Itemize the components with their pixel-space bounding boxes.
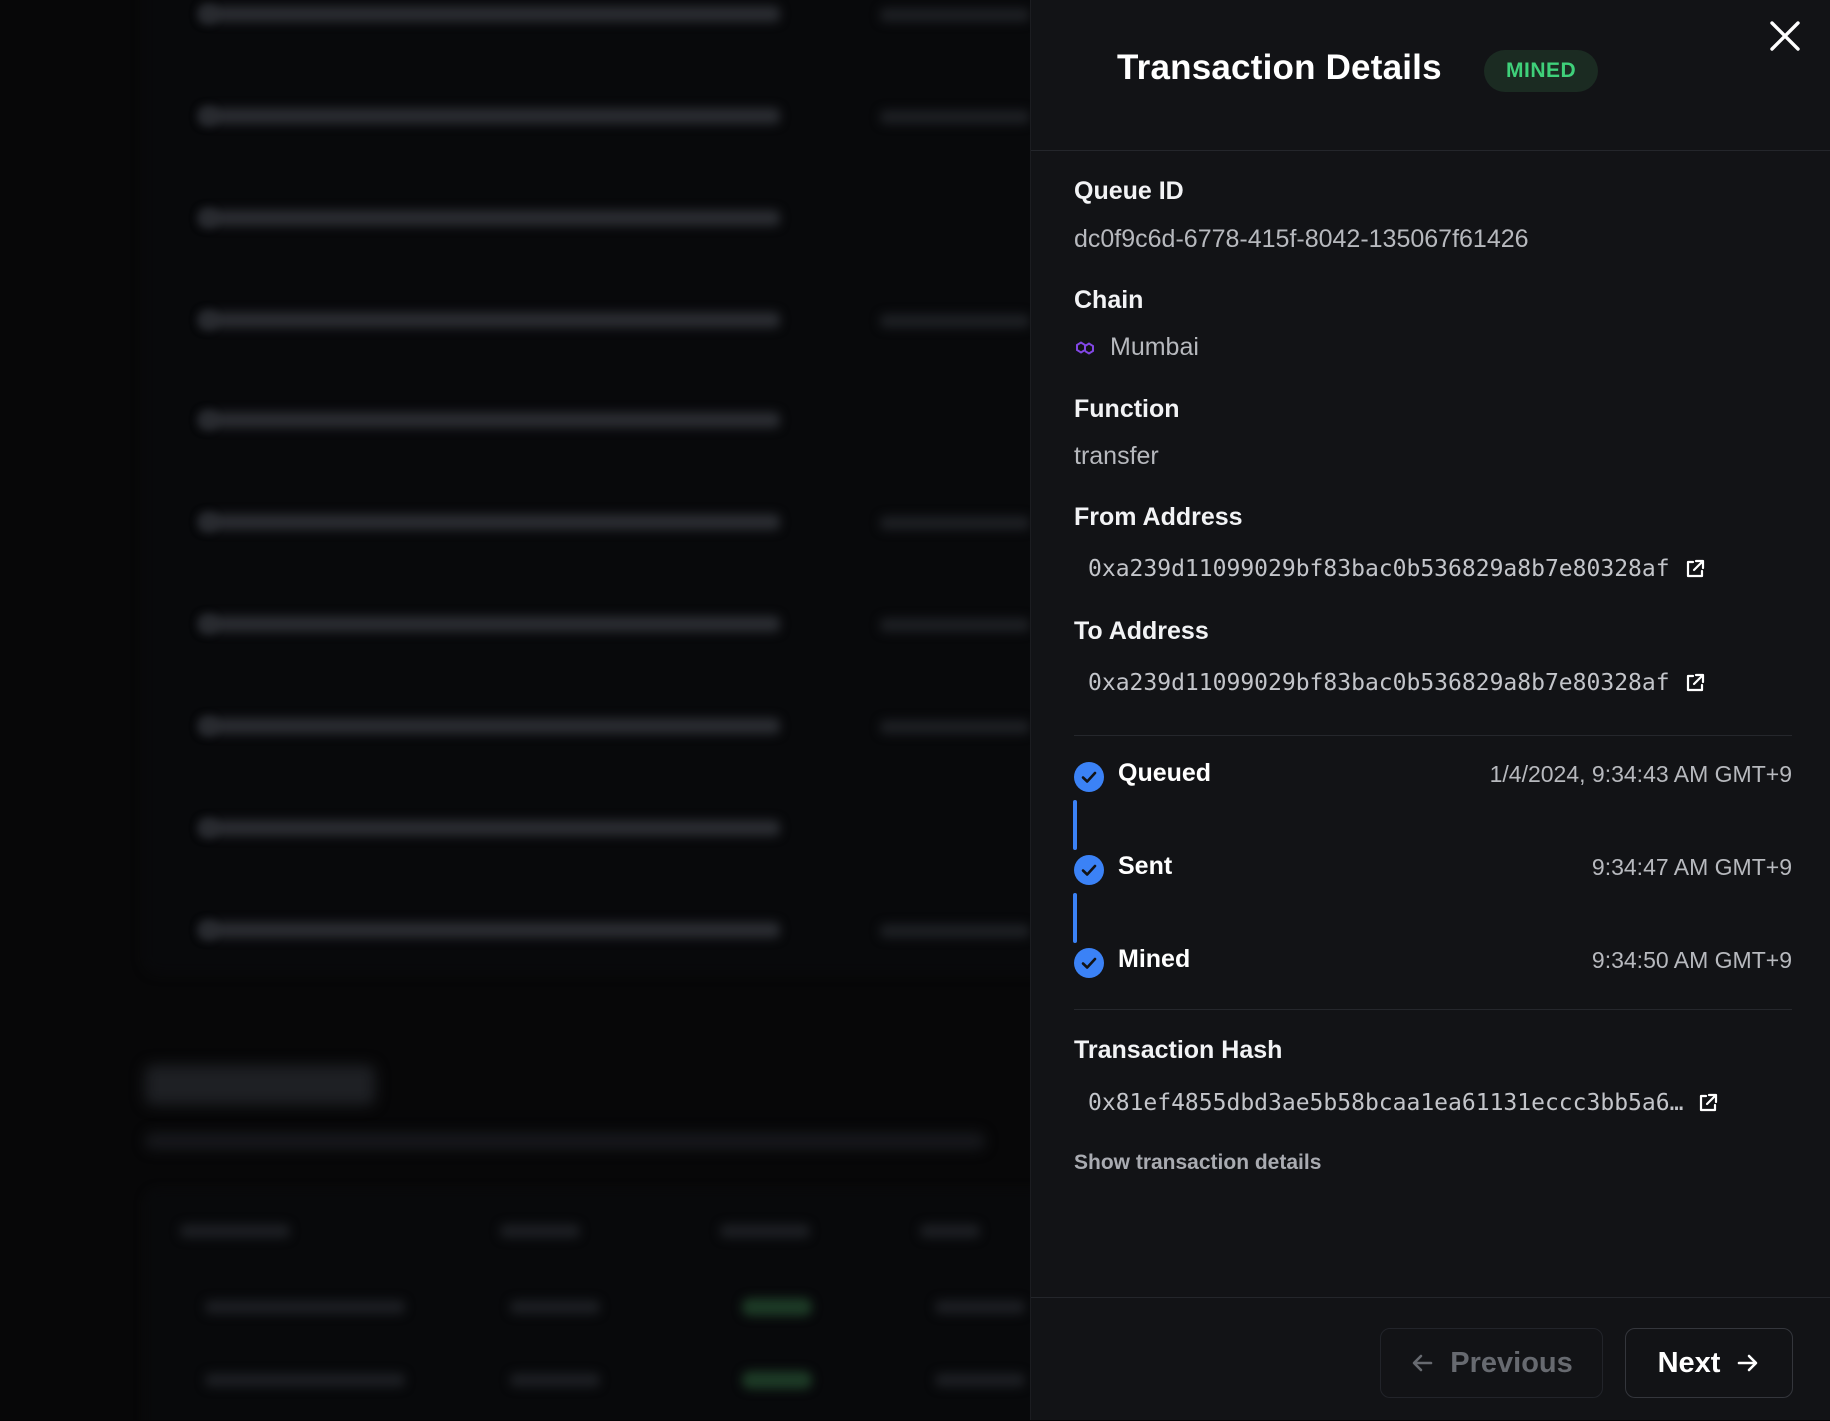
check-circle-icon bbox=[1074, 855, 1104, 885]
from-address-value: 0xa239d11099029bf83bac0b536829a8b7e80328… bbox=[1088, 556, 1670, 582]
step-time: 9:34:50 AM GMT+9 bbox=[1591, 947, 1792, 973]
to-address-label: To Address bbox=[1074, 617, 1209, 645]
background-row bbox=[200, 6, 780, 22]
background-cell bbox=[510, 1373, 600, 1387]
background-cell bbox=[935, 1300, 1025, 1314]
status-badge: MINED bbox=[1484, 50, 1599, 92]
to-address-link[interactable]: 0xa239d11099029bf83bac0b536829a8b7e80328… bbox=[1088, 670, 1706, 696]
queue-id-label: Queue ID bbox=[1074, 177, 1184, 205]
transaction-hash-value: 0x81ef4855dbd3ae5b58bcaa1ea61131eccc3bb5… bbox=[1088, 1090, 1684, 1116]
background-row bbox=[880, 314, 1030, 328]
previous-button[interactable]: Previous bbox=[1380, 1328, 1603, 1398]
background-cell bbox=[205, 1373, 405, 1387]
step-time: 1/4/2024, 9:34:43 AM GMT+9 bbox=[1489, 761, 1792, 787]
background-cell bbox=[205, 1300, 405, 1314]
background-subtitle bbox=[145, 1132, 985, 1150]
external-link-icon[interactable] bbox=[1697, 1092, 1719, 1114]
function-value: transfer bbox=[1074, 442, 1159, 470]
step-label: Mined bbox=[1118, 945, 1191, 973]
panel-footer: Previous Next bbox=[1031, 1297, 1830, 1421]
background-cell bbox=[935, 1373, 1025, 1387]
background-cell bbox=[742, 1371, 812, 1389]
timeline-connector bbox=[1073, 893, 1077, 943]
background-row bbox=[200, 412, 780, 428]
close-button[interactable] bbox=[1765, 16, 1805, 56]
background-row bbox=[880, 110, 1030, 124]
timeline-step-sent: Sent 9:34:47 AM GMT+9 bbox=[1074, 852, 1792, 886]
polygon-icon bbox=[1076, 340, 1094, 355]
external-link-icon[interactable] bbox=[1684, 672, 1706, 694]
background-row bbox=[880, 720, 1030, 734]
from-address-link[interactable]: 0xa239d11099029bf83bac0b536829a8b7e80328… bbox=[1088, 556, 1706, 582]
panel-title: Transaction Details bbox=[1117, 48, 1442, 87]
background-cell bbox=[500, 1224, 580, 1238]
step-label: Queued bbox=[1118, 759, 1212, 787]
background-row bbox=[880, 516, 1030, 530]
arrow-left-icon bbox=[1412, 1354, 1433, 1372]
check-circle-icon bbox=[1074, 948, 1104, 978]
background-heading bbox=[145, 1065, 375, 1105]
close-icon bbox=[1770, 21, 1800, 51]
check-circle-icon bbox=[1074, 762, 1104, 792]
chain-value: Mumbai bbox=[1074, 333, 1199, 362]
background-row bbox=[200, 922, 780, 938]
transaction-details-panel: Transaction Details MINED Queue ID dc0f9… bbox=[1030, 0, 1830, 1420]
chain-name: Mumbai bbox=[1110, 333, 1199, 361]
background-row bbox=[200, 820, 780, 836]
background-cell bbox=[180, 1224, 290, 1238]
function-label: Function bbox=[1074, 395, 1180, 423]
arrow-right-icon bbox=[1738, 1354, 1758, 1372]
background-page bbox=[0, 0, 1030, 1420]
background-row bbox=[880, 618, 1030, 632]
step-time: 9:34:47 AM GMT+9 bbox=[1591, 854, 1792, 880]
timeline-step-queued: Queued 1/4/2024, 9:34:43 AM GMT+9 bbox=[1074, 759, 1792, 793]
chain-label: Chain bbox=[1074, 286, 1144, 314]
divider bbox=[1074, 1009, 1792, 1010]
next-button-label: Next bbox=[1657, 1346, 1721, 1379]
timeline-connector bbox=[1073, 800, 1077, 850]
background-row bbox=[200, 210, 780, 226]
background-row bbox=[880, 8, 1030, 22]
from-address-label: From Address bbox=[1074, 503, 1243, 531]
external-link-icon[interactable] bbox=[1684, 558, 1706, 580]
step-label: Sent bbox=[1118, 852, 1173, 880]
background-cell bbox=[742, 1298, 812, 1316]
transaction-hash-label: Transaction Hash bbox=[1074, 1036, 1283, 1064]
panel-header: Transaction Details MINED bbox=[1031, 0, 1830, 151]
background-row bbox=[200, 514, 780, 530]
divider bbox=[1074, 735, 1792, 736]
queue-id-value: dc0f9c6d-6778-415f-8042-135067f61426 bbox=[1074, 225, 1529, 253]
next-button[interactable]: Next bbox=[1625, 1328, 1793, 1398]
background-cell bbox=[920, 1224, 980, 1238]
previous-button-label: Previous bbox=[1450, 1346, 1573, 1379]
background-row bbox=[200, 108, 780, 124]
background-row bbox=[200, 616, 780, 632]
timeline-step-mined: Mined 9:34:50 AM GMT+9 bbox=[1074, 945, 1792, 979]
background-row bbox=[880, 924, 1030, 938]
background-row bbox=[200, 718, 780, 734]
background-cell bbox=[720, 1224, 810, 1238]
background-cell bbox=[510, 1300, 600, 1314]
background-row bbox=[200, 312, 780, 328]
show-transaction-details-link[interactable]: Show transaction details bbox=[1074, 1151, 1321, 1175]
to-address-value: 0xa239d11099029bf83bac0b536829a8b7e80328… bbox=[1088, 670, 1670, 696]
transaction-hash-link[interactable]: 0x81ef4855dbd3ae5b58bcaa1ea61131eccc3bb5… bbox=[1088, 1090, 1719, 1116]
